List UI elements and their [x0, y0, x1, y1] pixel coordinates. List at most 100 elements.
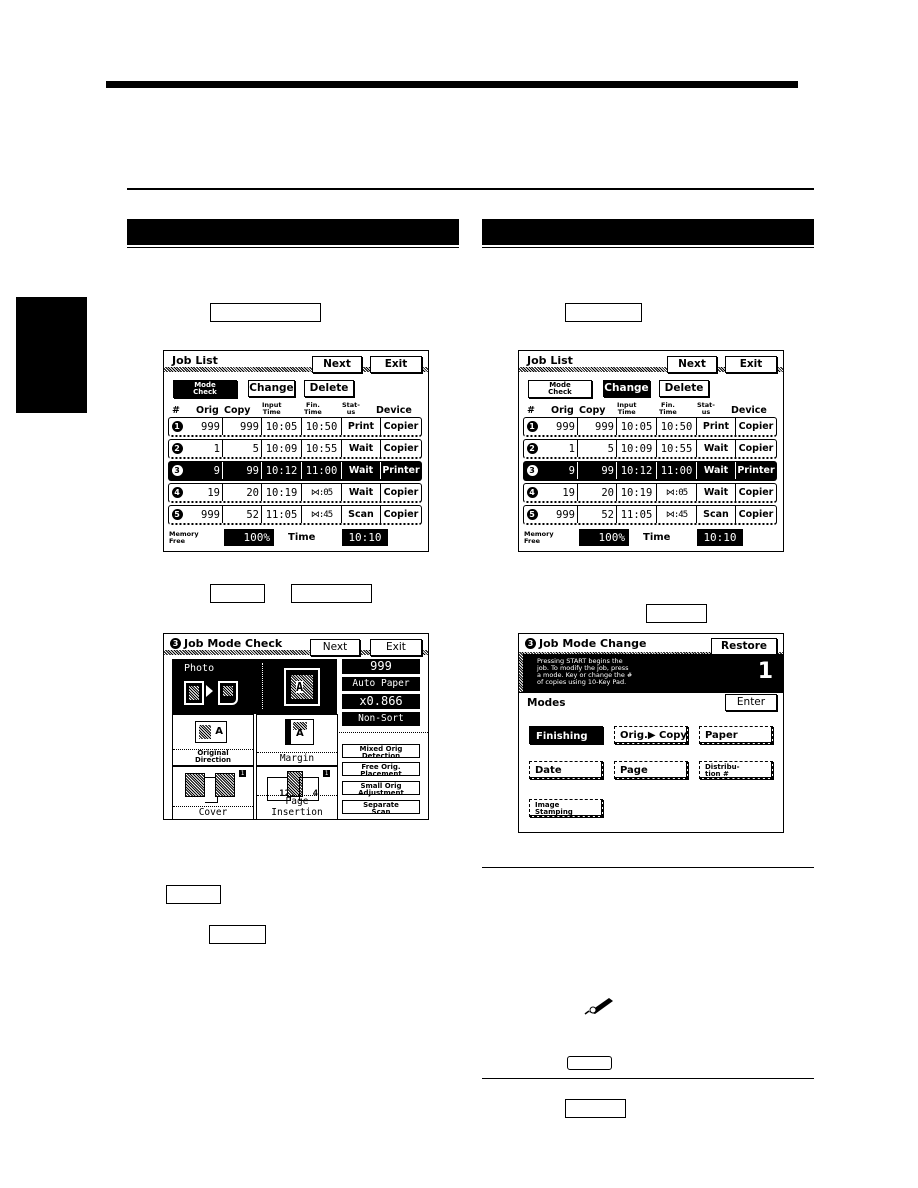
- job-row[interactable]: 1 999 999 10:05 10:50 Print Copier: [523, 417, 777, 437]
- device: Copier: [383, 421, 419, 432]
- job-number-icon: 4: [171, 487, 183, 498]
- job-row[interactable]: 4 19 20 10:19 ⋈:05 Wait Copier: [168, 483, 422, 503]
- col-header-line: us: [701, 408, 711, 416]
- orig-count: 1: [213, 442, 220, 455]
- job-number-icon: 1: [171, 421, 183, 432]
- device: Copier: [383, 487, 419, 498]
- label-line: Stamping: [535, 808, 573, 816]
- col-header-line: us: [346, 408, 356, 416]
- finish-time-cell: 11:00: [657, 462, 697, 479]
- exit-button[interactable]: Exit: [725, 356, 777, 373]
- finish-time: 10:55: [305, 442, 338, 455]
- job-row[interactable]: 2 1 5 10:09 10:55 Wait Copier: [523, 439, 777, 459]
- mode-button-distribution[interactable]: Distribu-tion #: [699, 761, 773, 779]
- input-time-cell: 10:12: [262, 462, 302, 479]
- job-number-icon-cell: 1: [524, 418, 540, 435]
- key-reference-box: [291, 584, 372, 603]
- col-header-input-time: Input Time: [262, 402, 281, 416]
- job-row[interactable]: 3 9 99 10:12 11:00 Wait Printer: [168, 461, 422, 481]
- copy-count: 99: [601, 464, 614, 477]
- copy-count-cell: 20: [223, 484, 262, 501]
- original-direction-label: Original Direction: [173, 749, 253, 764]
- input-time: 11:05: [265, 508, 298, 521]
- status: Scan: [348, 509, 374, 520]
- job-row[interactable]: 4 19 20 10:19 ⋈:05 Wait Copier: [523, 483, 777, 503]
- exit-button[interactable]: Exit: [370, 356, 422, 373]
- change-button[interactable]: Change: [248, 380, 295, 397]
- job-number-icon: 2: [526, 443, 538, 454]
- status-cell: Scan: [342, 506, 381, 523]
- input-time-cell: 10:09: [617, 440, 657, 457]
- col-header-copy: Copy: [579, 405, 606, 416]
- original-type-area[interactable]: Photo A: [172, 659, 337, 714]
- job-number-icon: 2: [171, 443, 183, 454]
- next-button[interactable]: Next: [312, 356, 362, 373]
- mode-check-button[interactable]: Mode Check: [173, 380, 237, 398]
- job-number-icon-cell: 4: [524, 484, 540, 501]
- label-line: Adjustment: [358, 788, 404, 797]
- job-row[interactable]: 5 999 52 11:05 ⋈:45 Scan Copier: [168, 505, 422, 525]
- job-row[interactable]: 5 999 52 11:05 ⋈:45 Scan Copier: [523, 505, 777, 525]
- next-button[interactable]: Next: [667, 356, 717, 373]
- job-number-icon-cell: 5: [169, 506, 185, 523]
- restore-button[interactable]: Restore: [711, 638, 777, 655]
- job-number-icon-cell: 4: [169, 484, 185, 501]
- time-label: Time: [288, 532, 316, 543]
- change-button[interactable]: Change: [603, 380, 650, 397]
- orig-count-cell: 999: [540, 506, 578, 523]
- finish-time: ⋈:45: [310, 509, 333, 520]
- device-cell: Copier: [381, 484, 421, 501]
- mode-button-paper[interactable]: Paper: [699, 726, 773, 744]
- chapter-side-tab: [16, 297, 87, 413]
- delete-button[interactable]: Delete: [304, 380, 354, 397]
- finish-time-cell: 10:55: [302, 440, 342, 457]
- photo-label: Photo: [184, 663, 215, 674]
- memory-free-label: Memory Free: [524, 531, 554, 544]
- original-direction-tile[interactable]: A Original Direction: [172, 714, 254, 766]
- mode-button-date[interactable]: Date: [529, 761, 603, 779]
- margin-tile[interactable]: A Margin: [256, 714, 338, 766]
- page-insertion-badge: 1: [323, 770, 330, 777]
- job-number-icon-cell: 1: [169, 418, 185, 435]
- job-row[interactable]: 2 1 5 10:09 10:55 Wait Copier: [168, 439, 422, 459]
- copy-count: 999: [240, 420, 259, 433]
- job-number-icon-cell: 3: [169, 462, 185, 479]
- job-row[interactable]: 1 999 999 10:05 10:50 Print Copier: [168, 417, 422, 437]
- mode-button-image-stamping[interactable]: Image Stamping: [529, 799, 603, 817]
- col-header-line: Time: [659, 408, 677, 416]
- delete-button[interactable]: Delete: [659, 380, 709, 397]
- device-cell: Copier: [736, 484, 776, 501]
- copy-count-cell: 999: [578, 418, 617, 435]
- copy-count: 5: [607, 442, 614, 455]
- small-orig-adjustment-indicator: Small Orig Adjustment: [342, 781, 420, 797]
- job-mode-change-panel: 3 Job Mode Change Restore Pressing START…: [518, 633, 784, 833]
- status-cell: Wait: [342, 484, 381, 501]
- key-reference-box: [209, 925, 266, 944]
- enter-button[interactable]: Enter: [725, 694, 777, 711]
- mode-button-orig-copy[interactable]: Orig.▶ Copy: [614, 726, 688, 744]
- cover-tile[interactable]: 1 Cover: [172, 766, 254, 819]
- status-cell: Scan: [697, 506, 736, 523]
- page-insertion-tile[interactable]: 12 4 1 Page Insertion: [256, 766, 338, 819]
- col-header-line: Time: [617, 408, 636, 416]
- job-number-icon-cell: 2: [524, 440, 540, 457]
- mode-button-page[interactable]: Page: [614, 761, 688, 779]
- finish-time: 11:00: [660, 464, 693, 477]
- mixed-orig-detection-indicator: Mixed Orig Detection: [342, 744, 420, 759]
- job-row[interactable]: 3 9 99 10:12 11:00 Wait Printer: [523, 461, 777, 481]
- status: Scan: [703, 509, 729, 520]
- key-reference-box: [210, 303, 321, 322]
- mode-button-finishing[interactable]: Finishing: [529, 726, 603, 744]
- mode-check-label: Check: [548, 388, 572, 396]
- mode-check-button[interactable]: Mode Check: [528, 380, 592, 398]
- col-header-input-time: Input Time: [617, 402, 636, 416]
- panel-title: Job List: [172, 354, 218, 367]
- copy-count: 52: [246, 508, 259, 521]
- orig-count-cell: 1: [185, 440, 223, 457]
- col-header-fin-time: Fin. Time: [304, 402, 322, 416]
- next-button[interactable]: Next: [310, 639, 360, 656]
- exit-button[interactable]: Exit: [370, 639, 422, 656]
- pen-note-icon: [583, 994, 615, 1016]
- status: Wait: [703, 443, 729, 454]
- orig-count-cell: 9: [185, 462, 223, 479]
